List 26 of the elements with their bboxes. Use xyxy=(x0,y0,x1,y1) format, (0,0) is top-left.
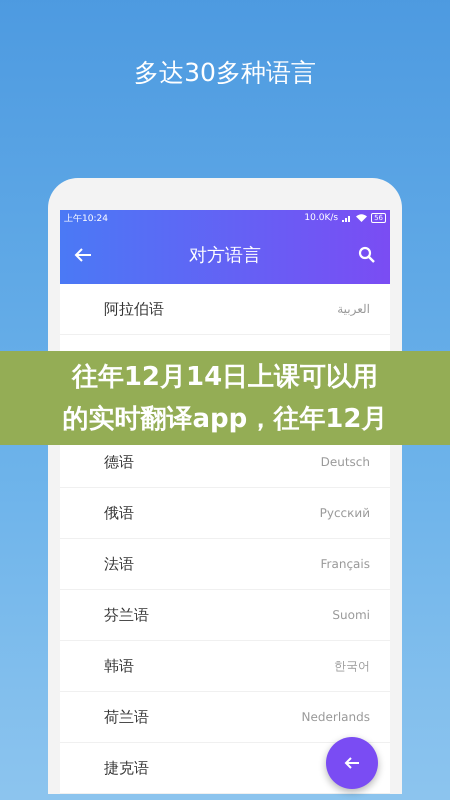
native-name: Suomi xyxy=(332,608,370,622)
banner-title: 往年12月14日上课可以用 xyxy=(72,361,378,394)
signal-icon xyxy=(342,214,352,222)
language-name[interactable]: 俄语 xyxy=(104,504,134,522)
native-name: Deutsch xyxy=(320,455,370,469)
native-name: 한국어 xyxy=(334,658,370,674)
native-name: Français xyxy=(320,557,370,571)
back-icon[interactable] xyxy=(74,247,92,263)
language-name[interactable]: 德语 xyxy=(104,452,134,472)
native-name: العربية xyxy=(337,302,370,316)
screen-title: 对方语言 xyxy=(188,244,262,267)
language-name[interactable]: 韩语 xyxy=(104,656,134,676)
native-name: Русский xyxy=(320,506,370,520)
language-name[interactable]: 法语 xyxy=(104,554,134,574)
language-name[interactable]: 捷克语 xyxy=(104,758,149,778)
wifi-icon xyxy=(356,214,368,222)
back-arrow-icon xyxy=(344,756,360,770)
network-speed: 10.0K/s xyxy=(304,213,338,223)
language-name[interactable]: 阿拉伯语 xyxy=(104,300,164,318)
status-time: 上午10:24 xyxy=(64,212,108,224)
headline: 多达30多种语言 xyxy=(133,57,317,89)
banner-title: 的实时翻译app，往年12月 xyxy=(62,403,388,436)
search-icon[interactable] xyxy=(358,246,376,264)
language-name[interactable]: 荷兰语 xyxy=(104,708,149,726)
language-name[interactable]: 芬兰语 xyxy=(104,606,149,624)
native-name: Nederlands xyxy=(302,710,370,724)
